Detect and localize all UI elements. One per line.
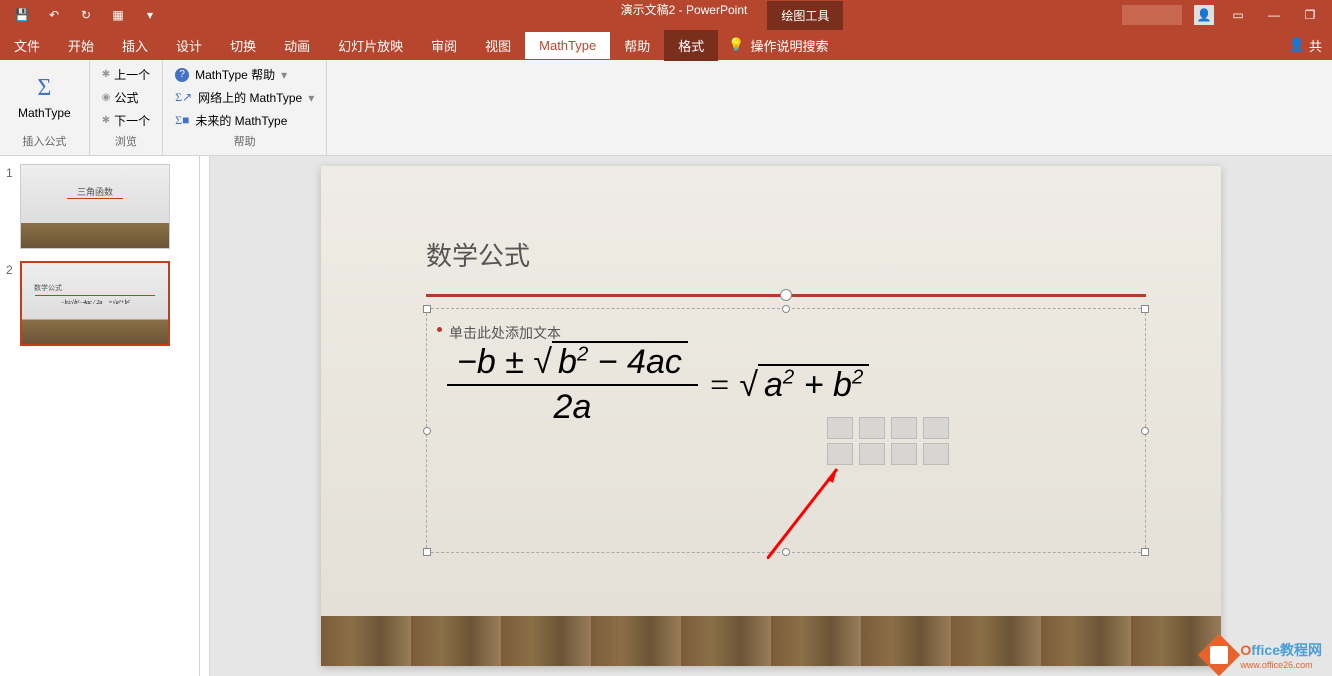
ribbon-group-insert-label: 插入公式	[10, 131, 79, 151]
question-icon: ?	[175, 68, 189, 82]
document-title: 演示文稿2 - PowerPoint	[621, 1, 748, 30]
menu-animations[interactable]: 动画	[270, 30, 324, 61]
lightbulb-icon: 💡	[728, 37, 744, 53]
watermark-url: www.office26.com	[1240, 660, 1322, 670]
ribbon-display-icon[interactable]: ▭	[1226, 3, 1250, 27]
slide-number: 1	[6, 164, 20, 249]
ribbon-group-help-label: 帮助	[173, 131, 316, 151]
insert-3d-icon[interactable]	[923, 417, 949, 439]
menu-insert[interactable]: 插入	[108, 30, 162, 61]
save-icon[interactable]: 💾	[10, 3, 34, 27]
insert-video-icon[interactable]	[891, 443, 917, 465]
user-avatar-icon[interactable]: 👤	[1194, 5, 1214, 25]
menu-file[interactable]: 文件	[0, 30, 54, 61]
ribbon-group-browse-label: 浏览	[100, 131, 152, 151]
mathtype-button[interactable]: Σ MathType	[10, 71, 79, 124]
sigma-icon: Σ	[37, 75, 51, 102]
watermark-logo-icon	[1198, 634, 1240, 676]
user-name-box[interactable]	[1122, 5, 1182, 25]
help-mathtype[interactable]: ?MathType 帮助▾	[173, 64, 316, 85]
restore-icon[interactable]: ❐	[1298, 3, 1322, 27]
resize-handle-tc[interactable]	[782, 305, 790, 313]
menu-format[interactable]: 格式	[664, 30, 718, 61]
title-bar: 💾 ↶ ↻ ▦ ▾ 演示文稿2 - PowerPoint 绘图工具 👤 ▭ — …	[0, 0, 1332, 30]
help-online[interactable]: Σ↗网络上的 MathType▾	[173, 87, 316, 108]
undo-icon[interactable]: ↶	[42, 3, 66, 27]
insert-online-picture-icon[interactable]	[859, 443, 885, 465]
sigma-small-icon: Σ↗	[175, 90, 192, 105]
resize-handle-mr[interactable]	[1141, 427, 1149, 435]
menu-mathtype[interactable]: MathType	[525, 32, 610, 59]
ribbon-group-insert: Σ MathType 插入公式	[0, 60, 90, 155]
menu-view[interactable]: 视图	[471, 30, 525, 61]
ribbon-group-browse: ✱上一个 ◉公式 ✱下一个 浏览	[90, 60, 163, 155]
redo-icon[interactable]: ↻	[74, 3, 98, 27]
slide[interactable]: 数学公式 单击此处添加文本 −b ± √b2 − 4ac	[321, 166, 1221, 666]
equation-objects[interactable]: −b ± √b2 − 4ac 2a = √a2 + b2	[447, 341, 869, 429]
slide-title[interactable]: 数学公式	[426, 236, 530, 273]
insert-smartart-icon[interactable]	[891, 417, 917, 439]
share-label[interactable]: 共	[1309, 36, 1322, 55]
insert-table-icon[interactable]	[827, 417, 853, 439]
menu-home[interactable]: 开始	[54, 30, 108, 61]
menu-slideshow[interactable]: 幻灯片放映	[324, 30, 417, 61]
insert-chart-icon[interactable]	[859, 417, 885, 439]
sigma-future-icon: Σ■	[175, 113, 189, 128]
ribbon: Σ MathType 插入公式 ✱上一个 ◉公式 ✱下一个 浏览 ?MathTy…	[0, 60, 1332, 156]
bullet-icon	[437, 327, 442, 332]
contextual-tab-label: 绘图工具	[767, 1, 843, 30]
mathtype-button-label: MathType	[18, 106, 71, 120]
browse-formula[interactable]: ◉公式	[100, 87, 152, 108]
thumb-title: 三角函数	[67, 185, 123, 199]
slide-thumbnail-1[interactable]: 1 三角函数	[0, 164, 199, 249]
slide-canvas[interactable]: 数学公式 单击此处添加文本 −b ± √b2 − 4ac	[210, 156, 1332, 676]
browse-next[interactable]: ✱下一个	[100, 110, 152, 131]
content-placeholder-icons	[827, 417, 951, 465]
resize-handle-ml[interactable]	[423, 427, 431, 435]
content-placeholder[interactable]: 单击此处添加文本 −b ± √b2 − 4ac 2a = √a2 + b2	[426, 308, 1146, 553]
watermark-title: Office教程网	[1240, 640, 1322, 660]
slide-number: 2	[6, 261, 20, 346]
thumbnail-panel: 1 三角函数 2 数学公式 −b±√b²−4ac / 2a =√a²+b²	[0, 156, 200, 676]
annotation-arrow	[767, 459, 847, 559]
menu-design[interactable]: 设计	[162, 30, 216, 61]
menu-help[interactable]: 帮助	[610, 30, 664, 61]
browse-prev[interactable]: ✱上一个	[100, 64, 152, 85]
resize-handle-br[interactable]	[1141, 548, 1149, 556]
tell-me-label: 操作说明搜索	[750, 36, 828, 55]
resize-handle-tl[interactable]	[423, 305, 431, 313]
thumb-title: 数学公式	[34, 283, 62, 293]
slide-thumbnail-2[interactable]: 2 数学公式 −b±√b²−4ac / 2a =√a²+b²	[0, 261, 199, 346]
ribbon-group-help: ?MathType 帮助▾ Σ↗网络上的 MathType▾ Σ■未来的 Mat…	[163, 60, 327, 155]
menu-review[interactable]: 审阅	[417, 30, 471, 61]
resize-handle-bl[interactable]	[423, 548, 431, 556]
resize-handle-tr[interactable]	[1141, 305, 1149, 313]
tell-me-search[interactable]: 💡 操作说明搜索	[728, 36, 828, 55]
menu-bar: 文件 开始 插入 设计 切换 动画 幻灯片放映 审阅 视图 MathType 帮…	[0, 30, 1332, 60]
watermark: Office教程网 www.office26.com	[1204, 640, 1322, 670]
help-future[interactable]: Σ■未来的 MathType	[173, 110, 316, 131]
customize-qat-icon[interactable]: ▾	[138, 3, 162, 27]
minimize-icon[interactable]: —	[1262, 3, 1286, 27]
placeholder-hint: 单击此处添加文本	[449, 323, 561, 343]
share-person-icon[interactable]: 👤	[1289, 37, 1305, 53]
start-slideshow-icon[interactable]: ▦	[106, 3, 130, 27]
rotate-handle[interactable]	[780, 289, 792, 301]
menu-transitions[interactable]: 切换	[216, 30, 270, 61]
insert-icon-icon[interactable]	[923, 443, 949, 465]
